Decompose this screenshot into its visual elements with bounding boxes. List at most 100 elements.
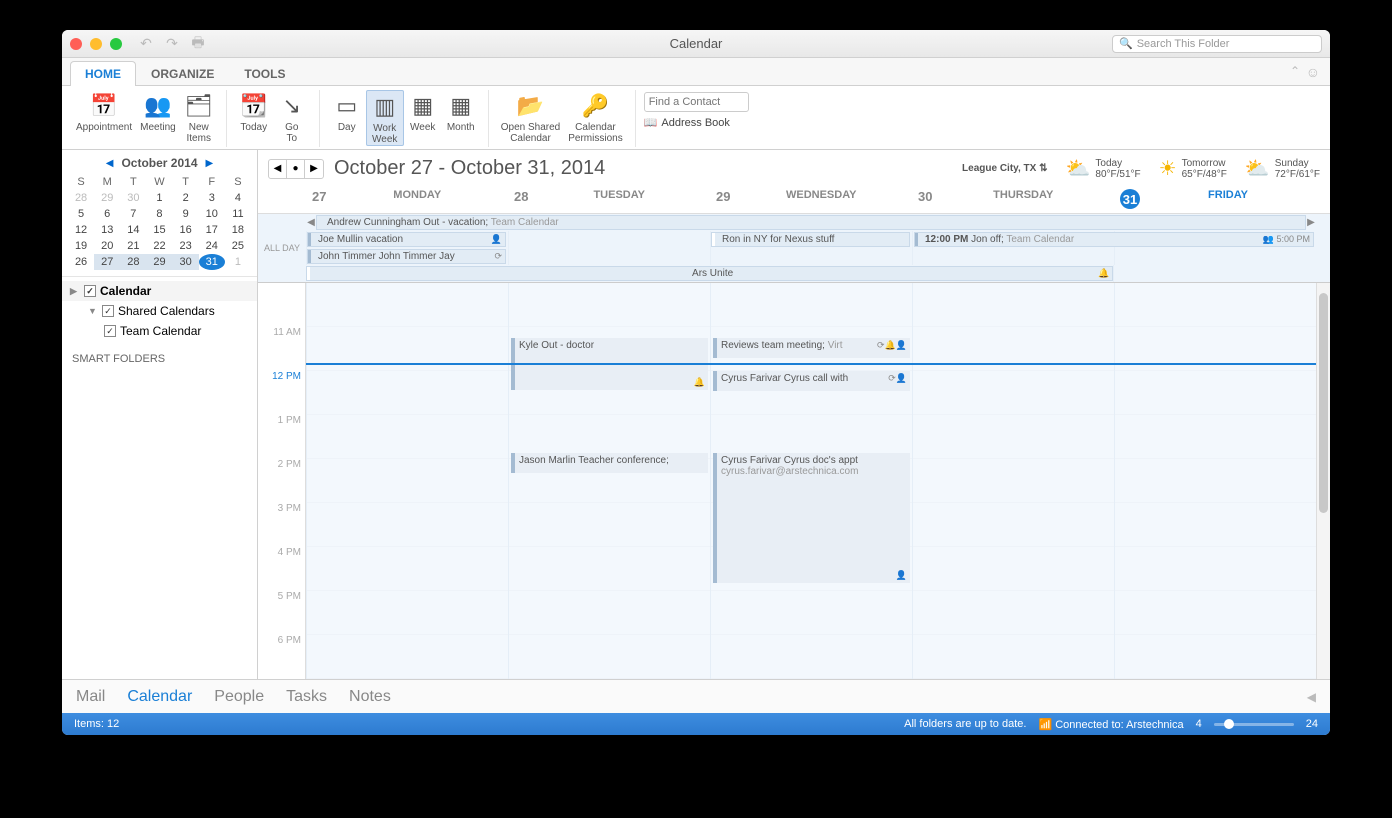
day-header-fri[interactable]: 31FRIDAY (1114, 185, 1316, 213)
calendar-section[interactable]: ▶ ✓ Calendar (62, 281, 257, 301)
calendar-main: ◀ ● ▶ October 27 - October 31, 2014 Leag… (258, 150, 1330, 679)
feedback-button[interactable]: ☺ (1306, 64, 1320, 80)
zoom-window-button[interactable] (110, 38, 122, 50)
search-input[interactable]: 🔍 Search This Folder (1112, 35, 1322, 53)
event-reviews-meeting[interactable]: Reviews team meeting; Virt⟳🔔👤 (713, 338, 910, 358)
event-cyrus-doc[interactable]: Cyrus Farivar Cyrus doc's apptcyrus.fari… (713, 453, 910, 583)
team-calendar-item[interactable]: ✓ Team Calendar (62, 321, 257, 341)
smart-folders-section[interactable]: SMART FOLDERS (62, 345, 257, 373)
recurring-icon: ⟳👤 (888, 373, 907, 384)
collapse-switcher-button[interactable]: ◀ (1307, 690, 1316, 704)
ribbon-tabs: HOME ORGANIZE TOOLS ⌃ ☺ (62, 58, 1330, 86)
tab-tools[interactable]: TOOLS (229, 61, 300, 86)
vertical-scrollbar[interactable] (1316, 283, 1330, 679)
print-button[interactable]: 🖶 (188, 35, 208, 53)
meeting-button[interactable]: 👥Meeting (136, 90, 180, 133)
sidebar: ◀ October 2014 ▶ SMTWTFS2829301234567891… (62, 150, 258, 679)
zoom-thumb[interactable] (1224, 719, 1234, 729)
week-icon: ▦ (408, 90, 438, 120)
shared-checkbox[interactable]: ✓ (102, 305, 114, 317)
window-title: Calendar (670, 36, 723, 51)
current-time-line (306, 363, 1316, 365)
zoom-min: 4 (1196, 718, 1202, 730)
people-plus-icon: 👥 (143, 90, 173, 120)
day-header-wed[interactable]: 29WEDNESDAY (710, 185, 912, 213)
zoom-slider[interactable] (1214, 723, 1294, 726)
this-week-button[interactable]: ● (287, 160, 305, 178)
allday-event-jon[interactable]: 12:00 PM Jon off; Team Calendar👥 5:00 PM (914, 232, 1314, 247)
recurring-icon: ⟳🔔👤 (877, 340, 907, 351)
chevron-right-icon: ▶ (70, 286, 80, 297)
switch-mail[interactable]: Mail (76, 688, 105, 706)
next-week-button[interactable]: ▶ (305, 160, 323, 178)
calendar-plus-icon: 📅 (89, 90, 119, 120)
prev-month-button[interactable]: ◀ (106, 158, 114, 169)
redo-button[interactable]: ↷ (162, 35, 182, 53)
sun-icon: ☀ (1159, 156, 1177, 181)
address-book-button[interactable]: 📖Address Book (644, 116, 749, 129)
day-view-button[interactable]: ▭Day (328, 90, 366, 133)
shared-calendars-section[interactable]: ▼ ✓ Shared Calendars (62, 301, 257, 321)
calendar-checkbox[interactable]: ✓ (84, 285, 96, 297)
appointment-button[interactable]: 📅Appointment (72, 90, 136, 133)
location-picker[interactable]: League City, TX ⇅ (962, 163, 1047, 174)
tab-organize[interactable]: ORGANIZE (136, 61, 229, 86)
switch-people[interactable]: People (214, 688, 264, 706)
goto-button[interactable]: ↘Go To (273, 90, 311, 144)
switch-notes[interactable]: Notes (349, 688, 391, 706)
allday-event-ron[interactable]: Ron in NY for Nexus stuff (711, 232, 910, 247)
allday-event-andrew[interactable]: Andrew Cunningham Out - vacation; Team C… (316, 215, 1306, 230)
next-allday-button[interactable]: ▶ (1306, 214, 1316, 231)
collapse-ribbon-button[interactable]: ⌃ (1290, 64, 1300, 78)
titlebar: ↶ ↷ 🖶 Calendar 🔍 Search This Folder (62, 30, 1330, 58)
allday-label: ALL DAY (258, 214, 306, 282)
window-controls (70, 38, 122, 50)
mini-calendar-grid[interactable]: SMTWTFS282930123456789101112131415161718… (68, 174, 251, 270)
allday-event-joe[interactable]: Joe Mullin vacation👤 (307, 232, 506, 247)
new-items-button[interactable]: 🗂New Items (180, 90, 218, 144)
allday-event-ars-unite[interactable]: Ars Unite🔔 (306, 266, 1113, 281)
day-column-fri[interactable] (1114, 283, 1316, 679)
module-switcher: Mail Calendar People Tasks Notes ◀ (62, 679, 1330, 713)
day-column-wed[interactable]: Reviews team meeting; Virt⟳🔔👤 Cyrus Fari… (710, 283, 912, 679)
item-count: Items: 12 (74, 718, 119, 730)
switch-calendar[interactable]: Calendar (127, 688, 192, 706)
event-cyrus-call[interactable]: Cyrus Farivar Cyrus call with⟳👤 (713, 371, 910, 391)
team-checkbox[interactable]: ✓ (104, 325, 116, 337)
mini-calendar: ◀ October 2014 ▶ SMTWTFS2829301234567891… (62, 150, 257, 277)
day-header-mon[interactable]: 27MONDAY (306, 185, 508, 213)
day-column-tue[interactable]: Kyle Out - doctor🔔 Jason Marlin Teacher … (508, 283, 710, 679)
day-headers: 27MONDAY 28TUESDAY 29WEDNESDAY 30THURSDA… (258, 185, 1330, 214)
prev-allday-button[interactable]: ◀ (306, 214, 316, 231)
tab-home[interactable]: HOME (70, 61, 136, 86)
day-header-tue[interactable]: 28TUESDAY (508, 185, 710, 213)
search-icon: 🔍 (1119, 37, 1133, 50)
mini-calendar-title: October 2014 (121, 156, 197, 170)
date-nav-arrows: ◀ ● ▶ (268, 159, 324, 179)
ribbon: 📅Appointment 👥Meeting 🗂New Items 📆Today … (62, 86, 1330, 150)
event-jason-teacher[interactable]: Jason Marlin Teacher conference; (511, 453, 708, 473)
shared-calendar-icon: 📂 (515, 90, 545, 120)
day-column-mon[interactable] (306, 283, 508, 679)
allday-event-john-timmer[interactable]: John Timmer John Timmer Jay⟳ (307, 249, 506, 264)
month-view-button[interactable]: ▦Month (442, 90, 480, 133)
find-contact-input[interactable] (644, 92, 749, 112)
quick-access-toolbar: ↶ ↷ 🖶 (136, 35, 208, 53)
day-column-thu[interactable] (912, 283, 1114, 679)
calendar-permissions-button[interactable]: 🔑Calendar Permissions (564, 90, 626, 144)
switch-tasks[interactable]: Tasks (286, 688, 327, 706)
week-view-button[interactable]: ▦Week (404, 90, 442, 133)
undo-button[interactable]: ↶ (136, 35, 156, 53)
workweek-view-button[interactable]: ▥Work Week (366, 90, 404, 146)
time-labels: 11 AM12 PM1 PM2 PM3 PM4 PM5 PM6 PM (258, 283, 306, 679)
next-month-button[interactable]: ▶ (206, 158, 214, 169)
open-shared-calendar-button[interactable]: 📂Open Shared Calendar (497, 90, 565, 144)
new-items-icon: 🗂 (184, 90, 214, 120)
scroll-thumb[interactable] (1319, 293, 1328, 513)
today-button[interactable]: 📆Today (235, 90, 273, 133)
minimize-window-button[interactable] (90, 38, 102, 50)
prev-week-button[interactable]: ◀ (269, 160, 287, 178)
close-window-button[interactable] (70, 38, 82, 50)
allday-section: ALL DAY ◀ Andrew Cunningham Out - vacati… (258, 214, 1330, 283)
day-header-thu[interactable]: 30THURSDAY (912, 185, 1114, 213)
